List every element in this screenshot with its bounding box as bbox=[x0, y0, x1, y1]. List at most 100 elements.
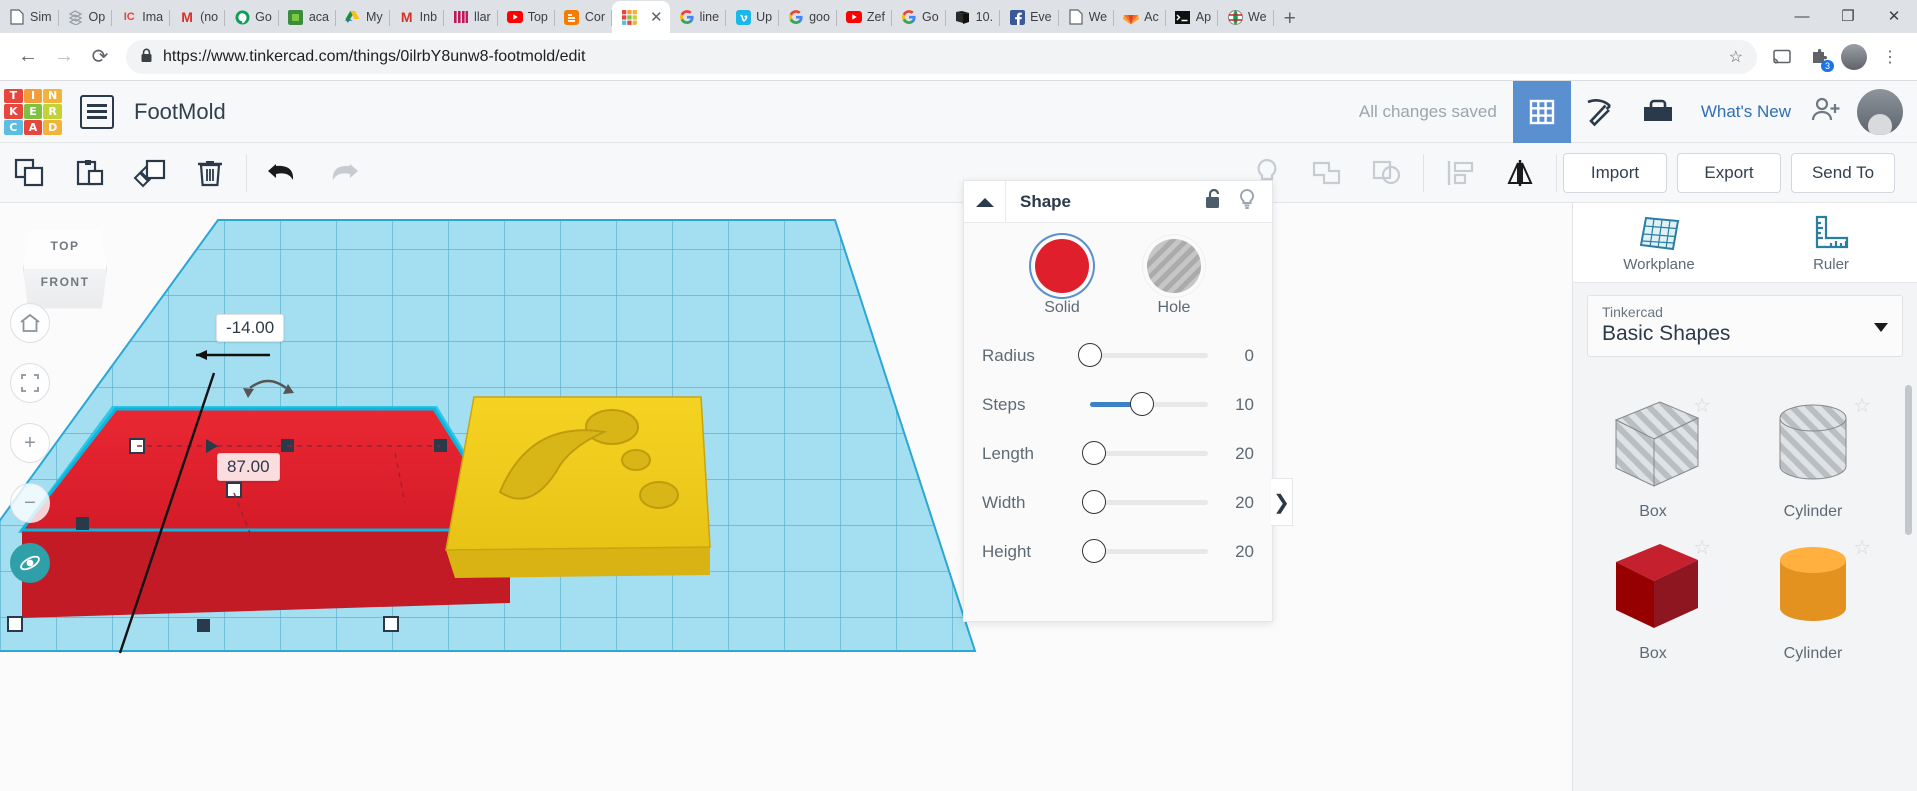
delete-button[interactable] bbox=[180, 143, 240, 203]
browser-tab[interactable]: We bbox=[1059, 1, 1115, 33]
parameter-value[interactable]: 20 bbox=[1220, 493, 1254, 513]
3d-viewport[interactable]: TOP FRONT + − -14.00 87.00 bbox=[0, 203, 1572, 791]
document-title[interactable]: FootMold bbox=[134, 99, 226, 125]
parameter-value[interactable]: 20 bbox=[1220, 444, 1254, 464]
bookmark-star-icon[interactable]: ☆ bbox=[1729, 47, 1743, 67]
parameter-slider[interactable] bbox=[1078, 343, 1208, 367]
address-bar[interactable]: https://www.tinkercad.com/things/0ilrbY8… bbox=[126, 39, 1757, 74]
grid-view-button[interactable] bbox=[1512, 80, 1571, 143]
cast-icon[interactable] bbox=[1765, 40, 1799, 74]
parameter-slider[interactable] bbox=[1090, 392, 1208, 416]
parameter-slider[interactable] bbox=[1081, 441, 1208, 465]
measurement-length-label[interactable]: 87.00 bbox=[217, 453, 280, 481]
minimize-button[interactable]: — bbox=[1779, 0, 1825, 32]
tinkercad-logo[interactable]: TIN KER CAD bbox=[4, 88, 62, 135]
zoom-in-button[interactable]: + bbox=[10, 423, 50, 463]
zoom-out-button[interactable]: − bbox=[10, 483, 50, 523]
parameter-value[interactable]: 10 bbox=[1220, 395, 1254, 415]
browser-tab[interactable]: line bbox=[670, 1, 727, 33]
shape-item-cylinder-hole[interactable]: ☆ Cylinder bbox=[1733, 385, 1893, 527]
view-cube-top[interactable]: TOP bbox=[23, 229, 107, 269]
solid-color-swatch[interactable] bbox=[1035, 239, 1089, 293]
unlock-icon[interactable] bbox=[1204, 188, 1224, 215]
hole-swatch[interactable] bbox=[1147, 239, 1201, 293]
slider-knob[interactable] bbox=[1081, 441, 1106, 465]
copy-button[interactable] bbox=[0, 143, 60, 203]
duplicate-button[interactable] bbox=[120, 143, 180, 203]
browser-tab[interactable]: Eve bbox=[1000, 1, 1059, 33]
browser-tab[interactable]: 10. bbox=[946, 1, 1001, 33]
favorite-star-icon[interactable]: ☆ bbox=[1693, 393, 1711, 418]
browser-tab[interactable]: Zef bbox=[837, 1, 893, 33]
browser-tab[interactable]: llar bbox=[444, 1, 498, 33]
hole-option[interactable]: Hole bbox=[1147, 239, 1201, 317]
parameter-slider[interactable] bbox=[1081, 539, 1208, 563]
browser-tab-active[interactable]: ✕ bbox=[612, 1, 670, 33]
profile-avatar[interactable] bbox=[1841, 43, 1867, 70]
whats-new-link[interactable]: What's New bbox=[1701, 102, 1791, 122]
browser-tab[interactable]: Ac bbox=[1114, 1, 1166, 33]
browser-tab[interactable]: M Inb bbox=[390, 1, 445, 33]
close-icon[interactable]: ✕ bbox=[647, 8, 666, 26]
chrome-menu-icon[interactable]: ⋮ bbox=[1873, 40, 1907, 74]
browser-tab[interactable]: Cor bbox=[555, 1, 613, 33]
browser-tab[interactable]: Sim bbox=[0, 1, 59, 33]
browser-tab[interactable]: M (no bbox=[170, 1, 226, 33]
maximize-button[interactable]: ❐ bbox=[1825, 0, 1871, 32]
sidebar-scrollbar[interactable] bbox=[1905, 385, 1912, 535]
solid-option[interactable]: Solid bbox=[1035, 239, 1089, 317]
avatar[interactable] bbox=[1857, 88, 1903, 135]
close-window-button[interactable]: ✕ bbox=[1871, 0, 1917, 32]
back-button[interactable]: ← bbox=[10, 39, 46, 75]
shape-item-box-hole[interactable]: ☆ Box bbox=[1573, 385, 1733, 527]
favorite-star-icon[interactable]: ☆ bbox=[1693, 535, 1711, 560]
expand-panel-flap[interactable]: ❯ bbox=[1271, 478, 1293, 526]
parameter-value[interactable]: 0 bbox=[1220, 346, 1254, 366]
send-to-button[interactable]: Send To bbox=[1791, 152, 1895, 193]
favorite-star-icon[interactable]: ☆ bbox=[1853, 393, 1871, 418]
favorite-star-icon[interactable]: ☆ bbox=[1853, 535, 1871, 560]
slider-knob[interactable] bbox=[1081, 490, 1106, 514]
parameter-value[interactable]: 20 bbox=[1220, 542, 1254, 562]
browser-tab[interactable]: My bbox=[336, 1, 390, 33]
browser-tab[interactable]: IC Ima bbox=[112, 1, 170, 33]
browser-tab[interactable]: aca bbox=[279, 1, 337, 33]
forward-button[interactable]: → bbox=[46, 39, 82, 75]
browser-tab[interactable]: Go bbox=[892, 1, 946, 33]
browser-tab[interactable]: Top bbox=[498, 1, 556, 33]
project-list-button[interactable] bbox=[80, 94, 114, 129]
import-button[interactable]: Import bbox=[1563, 152, 1667, 193]
export-button[interactable]: Export bbox=[1677, 152, 1781, 193]
add-user-button[interactable] bbox=[1811, 96, 1841, 128]
orbit-button[interactable] bbox=[10, 543, 50, 583]
mirror-button[interactable] bbox=[1490, 143, 1550, 203]
collapse-panel-button[interactable] bbox=[964, 180, 1006, 223]
slider-knob[interactable] bbox=[1078, 343, 1102, 367]
slider-knob[interactable] bbox=[1081, 539, 1106, 563]
browser-tab[interactable]: Ap bbox=[1166, 1, 1219, 33]
chevron-down-icon[interactable] bbox=[1874, 323, 1888, 332]
measurement-offset-label[interactable]: -14.00 bbox=[216, 314, 285, 342]
browser-tab[interactable]: Up bbox=[726, 1, 780, 33]
shape-item-box-solid[interactable]: ☆ Box bbox=[1573, 527, 1733, 669]
browser-tab[interactable]: We bbox=[1218, 1, 1274, 33]
paste-button[interactable] bbox=[60, 143, 120, 203]
workplane-tool[interactable]: Workplane bbox=[1599, 212, 1719, 273]
browser-tab[interactable]: goo bbox=[779, 1, 837, 33]
lightbulb-icon[interactable] bbox=[1238, 188, 1256, 215]
edit-view-button[interactable] bbox=[1571, 81, 1629, 143]
new-tab-button[interactable]: + bbox=[1274, 8, 1306, 33]
reload-button[interactable]: ⟳ bbox=[82, 39, 118, 75]
undo-button[interactable] bbox=[253, 143, 313, 203]
fit-to-view-button[interactable] bbox=[10, 363, 50, 403]
shape-item-cylinder-solid[interactable]: ☆ Cylinder bbox=[1733, 527, 1893, 669]
blocks-view-button[interactable] bbox=[1629, 81, 1687, 143]
extensions-icon[interactable]: 3 bbox=[1801, 40, 1835, 74]
view-cube[interactable]: TOP FRONT bbox=[23, 221, 107, 315]
ruler-tool[interactable]: Ruler bbox=[1771, 212, 1891, 273]
home-view-button[interactable] bbox=[10, 303, 50, 343]
browser-tab[interactable]: Go bbox=[225, 1, 279, 33]
slider-knob[interactable] bbox=[1129, 392, 1154, 416]
parameter-slider[interactable] bbox=[1081, 490, 1208, 514]
shape-library-select[interactable]: Tinkercad Basic Shapes bbox=[1587, 295, 1903, 357]
